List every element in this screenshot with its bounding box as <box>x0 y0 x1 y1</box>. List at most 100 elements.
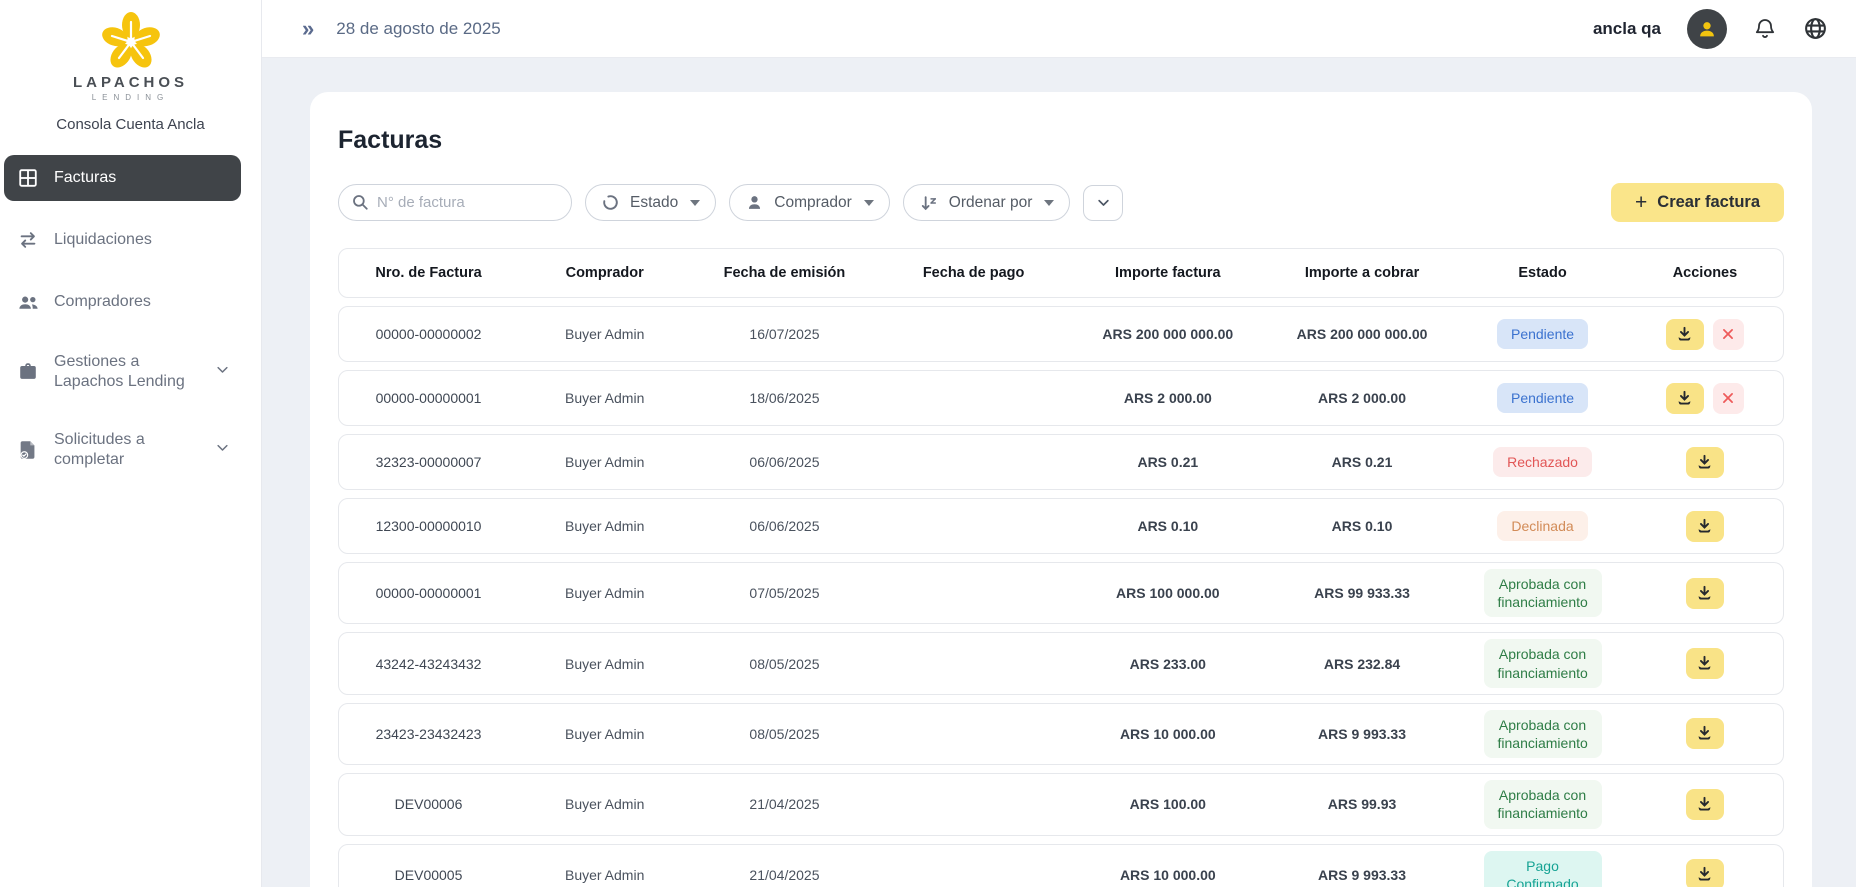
cell-receivable: ARS 200 000 000.00 <box>1266 320 1458 348</box>
column-header: Estado <box>1458 265 1627 281</box>
ordenar-filter[interactable]: Ordenar por <box>903 184 1071 221</box>
cell-buyer: Buyer Admin <box>518 790 691 818</box>
cell-buyer: Buyer Admin <box>518 579 691 607</box>
sidebar-menu: Facturas Liquidaciones Compradores Gestione… <box>0 155 261 481</box>
status-badge: Rechazado <box>1493 447 1592 477</box>
globe-icon <box>1803 16 1828 41</box>
cell-acciones <box>1627 313 1783 356</box>
cell-estado: Pendiente <box>1458 313 1627 355</box>
cell-buyer: Buyer Admin <box>518 720 691 748</box>
create-invoice-button[interactable]: + Crear factura <box>1611 183 1784 222</box>
cell-acciones <box>1627 572 1783 615</box>
table-body: 00000-00000002Buyer Admin16/07/2025ARS 2… <box>338 306 1784 887</box>
estado-filter[interactable]: Estado <box>585 184 716 221</box>
cell-pay-date <box>878 869 1070 881</box>
download-icon <box>1695 517 1714 536</box>
status-badge: Pago Confirmado <box>1484 851 1602 887</box>
cell-issue-date: 08/05/2025 <box>691 650 877 678</box>
cell-invoice: DEV00005 <box>339 861 518 887</box>
cell-pay-date <box>878 520 1070 532</box>
download-icon <box>1675 325 1694 344</box>
cell-amount: ARS 200 000 000.00 <box>1070 320 1266 348</box>
sidebar-collapse-icon[interactable]: » <box>302 18 314 40</box>
cell-issue-date: 07/05/2025 <box>691 579 877 607</box>
sidebar-item-liquidaciones[interactable]: Liquidaciones <box>4 217 241 263</box>
download-invoice-button[interactable] <box>1686 859 1724 887</box>
cell-acciones <box>1627 642 1783 685</box>
table-row: 43242-43243432Buyer Admin08/05/2025ARS 2… <box>338 632 1784 694</box>
people-icon <box>16 290 40 314</box>
cell-receivable: ARS 2 000.00 <box>1266 384 1458 412</box>
cell-invoice: 00000-00000002 <box>339 320 518 348</box>
status-badge: Aprobada con financiamiento <box>1484 569 1602 617</box>
cell-estado: Pago Confirmado <box>1458 845 1627 887</box>
filter-bar: Estado Comprador <box>338 183 1784 222</box>
briefcase-icon <box>16 360 40 384</box>
facturas-card: Facturas Estado Comprador <box>310 92 1812 887</box>
sidebar-item-solicitudes-a-completar[interactable]: Solicitudes a completar <box>4 419 241 481</box>
cell-invoice: 12300-00000010 <box>339 512 518 540</box>
download-invoice-button[interactable] <box>1686 511 1724 542</box>
cell-pay-date <box>878 328 1070 340</box>
download-invoice-button[interactable] <box>1686 578 1724 609</box>
plus-icon: + <box>1635 191 1647 215</box>
download-invoice-button[interactable] <box>1686 718 1724 749</box>
cell-issue-date: 06/06/2025 <box>691 512 877 540</box>
cell-issue-date: 08/05/2025 <box>691 720 877 748</box>
cell-buyer: Buyer Admin <box>518 861 691 887</box>
x-icon <box>1721 391 1735 405</box>
table-row: DEV00006Buyer Admin21/04/2025ARS 100.00A… <box>338 773 1784 835</box>
cell-pay-date <box>878 798 1070 810</box>
table-row: 00000-00000002Buyer Admin16/07/2025ARS 2… <box>338 306 1784 362</box>
sidebar-item-label: Gestiones a Lapachos Lending <box>54 352 201 392</box>
cell-estado: Rechazado <box>1458 441 1627 483</box>
cell-invoice: 23423-23432423 <box>339 720 518 748</box>
person-icon <box>1696 18 1718 40</box>
cell-issue-date: 18/06/2025 <box>691 384 877 412</box>
notifications-button[interactable] <box>1753 17 1777 41</box>
cell-amount: ARS 10 000.00 <box>1070 861 1266 887</box>
cell-pay-date <box>878 658 1070 670</box>
cell-receivable: ARS 99.93 <box>1266 790 1458 818</box>
download-invoice-button[interactable] <box>1686 447 1724 478</box>
cell-buyer: Buyer Admin <box>518 320 691 348</box>
cell-pay-date <box>878 728 1070 740</box>
comprador-filter[interactable]: Comprador <box>729 184 890 221</box>
status-badge: Pendiente <box>1497 383 1588 413</box>
column-header: Comprador <box>518 265 691 281</box>
user-avatar[interactable] <box>1687 9 1727 49</box>
status-badge: Declinada <box>1497 511 1587 541</box>
download-invoice-button[interactable] <box>1666 319 1704 350</box>
download-invoice-button[interactable] <box>1686 789 1724 820</box>
brand-logo: LAPACHOS LENDING <box>0 0 261 102</box>
x-icon <box>1721 327 1735 341</box>
cell-pay-date <box>878 392 1070 404</box>
user-name: ancla qa <box>1593 19 1661 39</box>
cell-acciones <box>1627 377 1783 420</box>
cancel-invoice-button[interactable] <box>1713 319 1744 350</box>
more-filters-button[interactable] <box>1083 185 1123 221</box>
download-invoice-button[interactable] <box>1666 383 1704 414</box>
cell-acciones <box>1627 441 1783 484</box>
sidebar-item-facturas[interactable]: Facturas <box>4 155 241 201</box>
chevron-down-icon <box>215 362 231 382</box>
cell-acciones <box>1627 712 1783 755</box>
cell-pay-date <box>878 456 1070 468</box>
status-badge: Pendiente <box>1497 319 1588 349</box>
create-invoice-label: Crear factura <box>1657 193 1760 212</box>
swap-icon <box>16 228 40 252</box>
cell-invoice: 00000-00000001 <box>339 384 518 412</box>
language-button[interactable] <box>1803 16 1828 41</box>
cell-receivable: ARS 9 993.33 <box>1266 720 1458 748</box>
cell-estado: Declinada <box>1458 505 1627 547</box>
sidebar-item-gestiones-a-lapachos-lending[interactable]: Gestiones a Lapachos Lending <box>4 341 241 403</box>
search-input[interactable] <box>338 184 572 221</box>
cell-issue-date: 21/04/2025 <box>691 861 877 887</box>
download-invoice-button[interactable] <box>1686 648 1724 679</box>
cell-buyer: Buyer Admin <box>518 512 691 540</box>
cell-issue-date: 21/04/2025 <box>691 790 877 818</box>
sidebar-item-compradores[interactable]: Compradores <box>4 279 241 325</box>
cancel-invoice-button[interactable] <box>1713 383 1744 414</box>
cell-estado: Aprobada con financiamiento <box>1458 704 1627 764</box>
cell-receivable: ARS 0.21 <box>1266 448 1458 476</box>
